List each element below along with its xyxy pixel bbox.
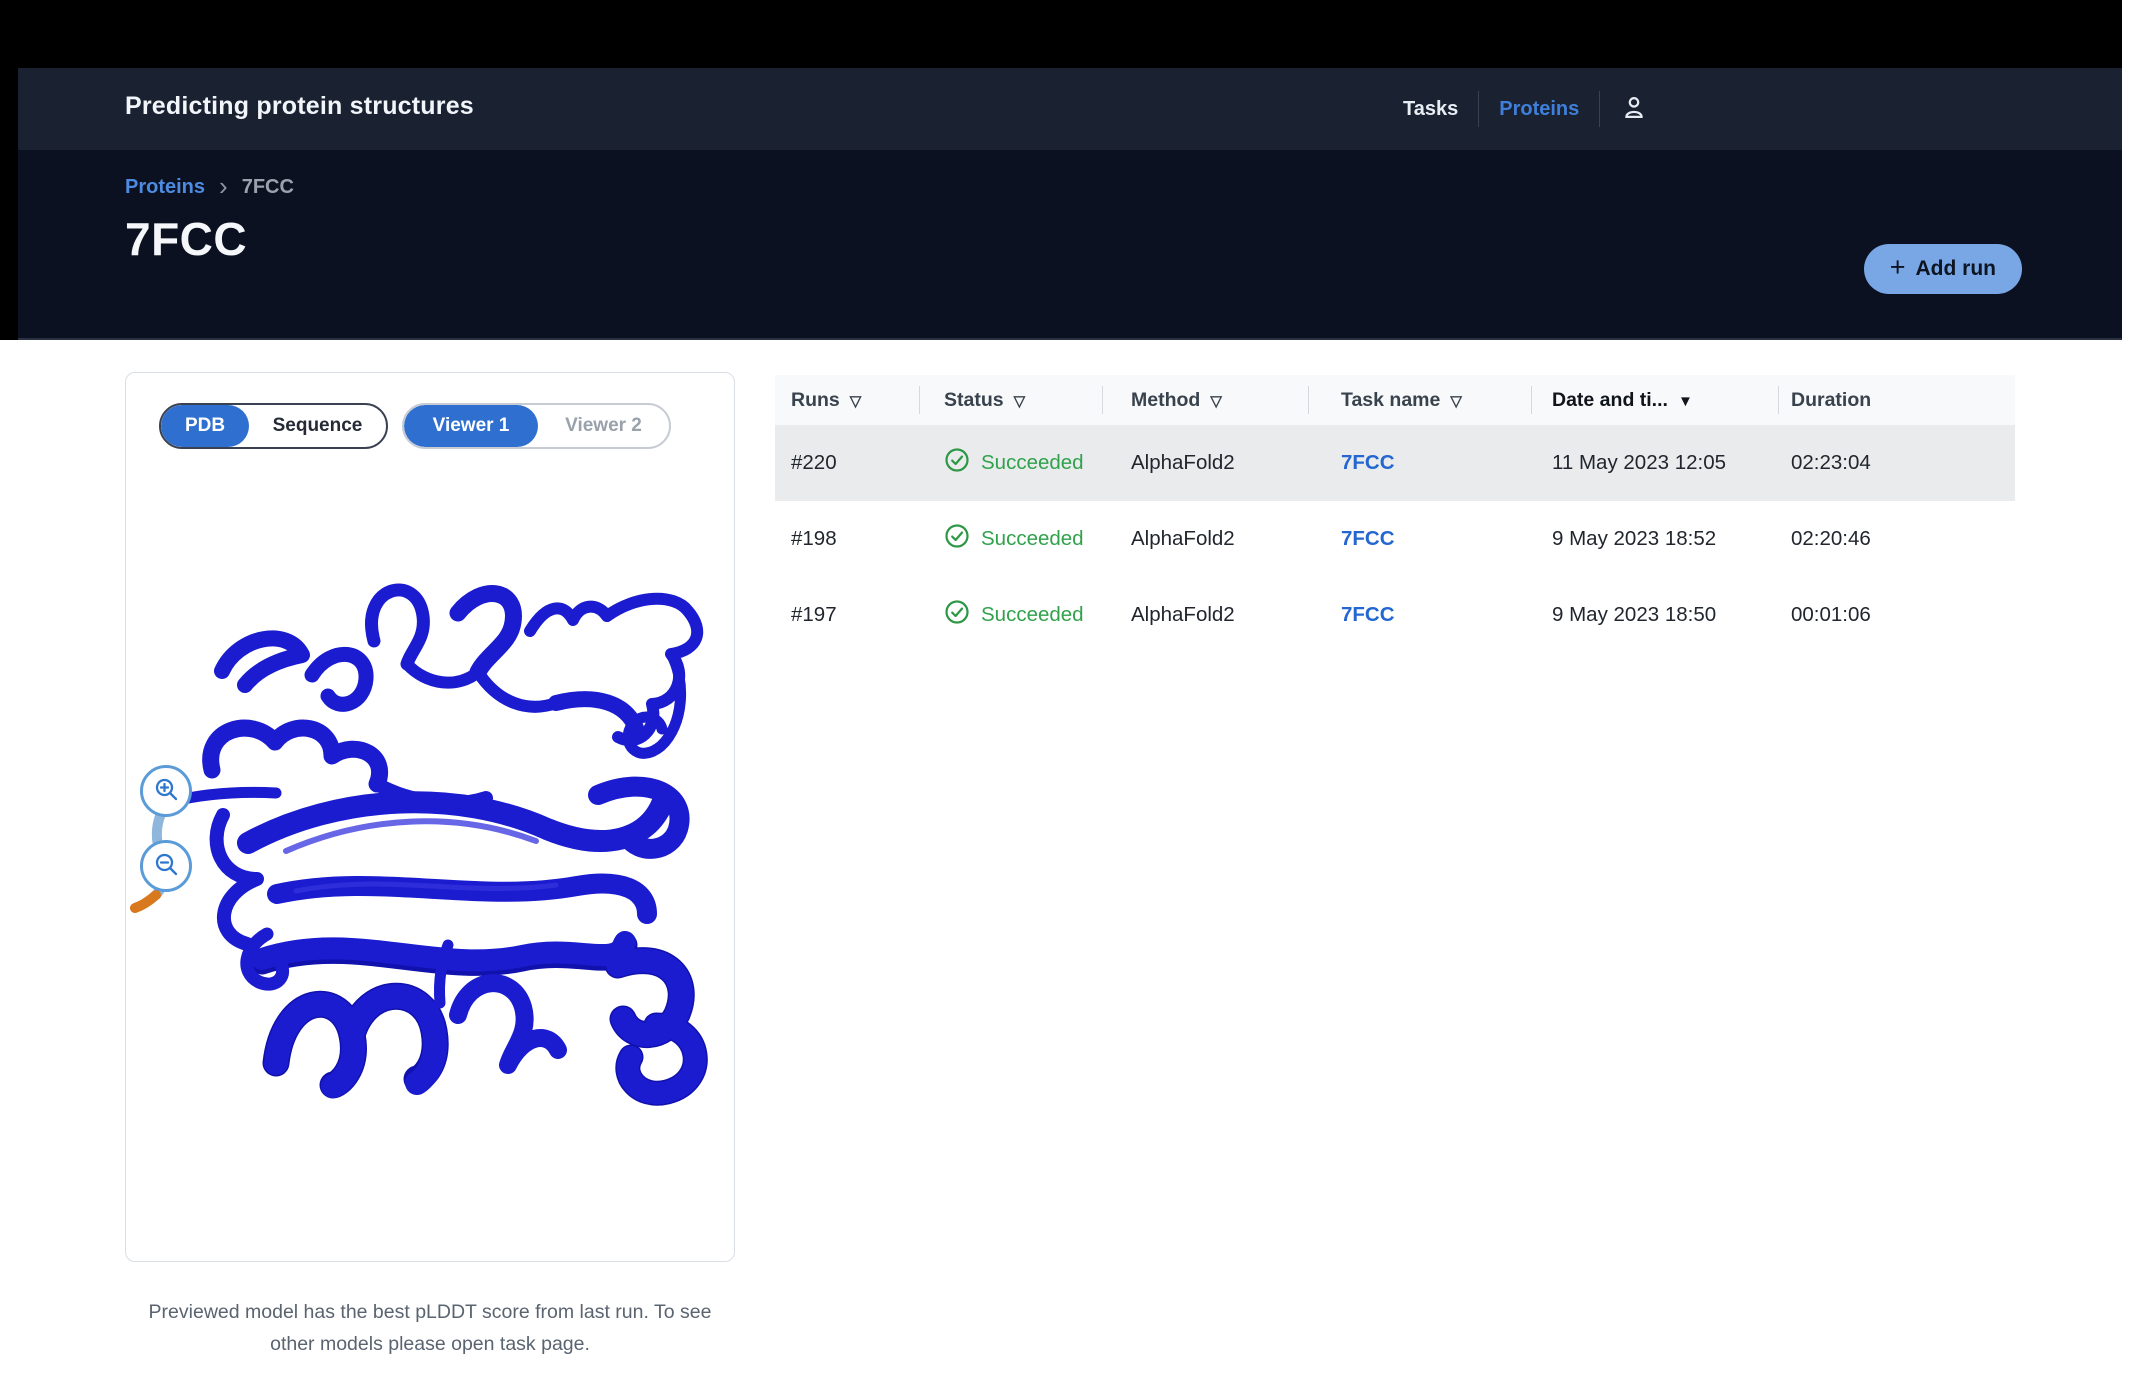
toggle-pdb[interactable]: PDB: [161, 405, 249, 447]
duration-cell: 02:23:04: [1791, 451, 1871, 474]
main-nav: Tasks Proteins: [1383, 68, 1668, 150]
column-header-duration[interactable]: Duration: [1779, 375, 2015, 425]
date-cell: 9 May 2023 18:52: [1552, 527, 1717, 550]
protein-viewer-card: PDB Sequence Viewer 1 Viewer 2: [125, 372, 735, 1262]
nav-proteins[interactable]: Proteins: [1479, 98, 1599, 121]
duration-cell: 02:20:46: [1791, 527, 1871, 550]
magnifier-plus-icon: [153, 776, 180, 806]
breadcrumb-proteins-link[interactable]: Proteins: [125, 176, 205, 199]
breadcrumb: Proteins › 7FCC: [125, 170, 294, 201]
date-cell: 11 May 2023 12:05: [1552, 451, 1726, 474]
add-run-label: Add run: [1915, 257, 1996, 280]
left-black-strip: [0, 68, 18, 340]
page-title: 7FCC: [125, 213, 248, 265]
filter-icon[interactable]: ▽: [850, 392, 862, 410]
app-title: Predicting protein structures: [125, 92, 474, 120]
page-hero: Proteins › 7FCC 7FCC + Add run: [18, 150, 2122, 340]
nav-tasks[interactable]: Tasks: [1383, 98, 1478, 121]
duration-cell: 00:01:06: [1791, 603, 1871, 626]
filter-icon[interactable]: ▽: [1210, 392, 1222, 410]
format-toggle: PDB Sequence: [159, 403, 388, 449]
user-icon: [1620, 93, 1648, 126]
viewer-toggle: Viewer 1 Viewer 2: [402, 403, 671, 449]
status-cell: Succeeded: [920, 523, 1103, 555]
column-label: Runs: [791, 388, 840, 411]
breadcrumb-current: 7FCC: [241, 176, 294, 198]
run-id: #197: [791, 603, 837, 626]
column-header-runs[interactable]: Runs ▽: [775, 375, 920, 425]
task-name-link[interactable]: 7FCC: [1341, 603, 1395, 627]
column-header-status[interactable]: Status ▽: [920, 375, 1103, 425]
column-label: Duration: [1791, 388, 1872, 411]
toggle-viewer-1[interactable]: Viewer 1: [404, 405, 538, 447]
status-label: Succeeded: [981, 451, 1084, 474]
task-name-link[interactable]: 7FCC: [1341, 451, 1395, 475]
method-cell: AlphaFold2: [1131, 451, 1235, 474]
plus-icon: +: [1889, 252, 1906, 282]
check-circle-icon: [944, 599, 970, 631]
column-label: Date and ti...: [1552, 388, 1668, 411]
filter-icon[interactable]: ▽: [1450, 392, 1462, 410]
zoom-in-button[interactable]: [140, 765, 192, 817]
column-label: Method: [1131, 388, 1201, 411]
runs-table: Runs ▽ Status ▽ Method ▽ Task name ▽ Dat…: [775, 375, 2015, 653]
user-menu-button[interactable]: [1600, 93, 1668, 126]
check-circle-icon: [944, 447, 970, 479]
zoom-out-button[interactable]: [140, 840, 192, 892]
run-id: #198: [791, 527, 837, 550]
status-cell: Succeeded: [920, 447, 1103, 479]
sort-desc-icon[interactable]: ▼: [1678, 393, 1693, 410]
protein-tail-tip: [130, 890, 161, 913]
filter-icon[interactable]: ▽: [1014, 392, 1026, 410]
column-header-date-and-time[interactable]: Date and ti... ▼: [1532, 375, 1779, 425]
protein-3d-viewer[interactable]: [126, 373, 734, 1261]
page: Predicting protein structures Tasks Prot…: [0, 0, 2142, 1380]
add-run-button[interactable]: + Add run: [1863, 244, 2022, 294]
status-cell: Succeeded: [920, 599, 1103, 631]
column-header-method[interactable]: Method ▽: [1103, 375, 1309, 425]
table-row[interactable]: #197 Succeeded AlphaFold2 7FCC 9 May 202…: [775, 577, 2015, 653]
toggle-viewer-2[interactable]: Viewer 2: [538, 405, 669, 447]
run-id: #220: [791, 451, 837, 474]
task-name-link[interactable]: 7FCC: [1341, 527, 1395, 551]
chevron-right-icon: ›: [219, 170, 228, 201]
status-label: Succeeded: [981, 527, 1084, 550]
top-black-bar: [0, 0, 2122, 68]
toggle-sequence[interactable]: Sequence: [249, 405, 386, 447]
method-cell: AlphaFold2: [1131, 603, 1235, 626]
table-header: Runs ▽ Status ▽ Method ▽ Task name ▽ Dat…: [775, 375, 2015, 425]
app-header: Predicting protein structures Tasks Prot…: [18, 68, 2122, 150]
viewer-caption: Previewed model has the best pLDDT score…: [148, 1301, 712, 1356]
method-cell: AlphaFold2: [1131, 527, 1235, 550]
date-cell: 9 May 2023 18:50: [1552, 603, 1717, 626]
column-label: Status: [944, 388, 1004, 411]
table-row[interactable]: #198 Succeeded AlphaFold2 7FCC 9 May 202…: [775, 501, 2015, 577]
table-row[interactable]: #220 Succeeded AlphaFold2 7FCC 11 May 20…: [775, 425, 2015, 501]
status-label: Succeeded: [981, 603, 1084, 626]
check-circle-icon: [944, 523, 970, 555]
column-header-task-name[interactable]: Task name ▽: [1309, 375, 1532, 425]
column-label: Task name: [1341, 388, 1441, 411]
protein-structure: [130, 583, 708, 1106]
magnifier-minus-icon: [153, 851, 180, 881]
